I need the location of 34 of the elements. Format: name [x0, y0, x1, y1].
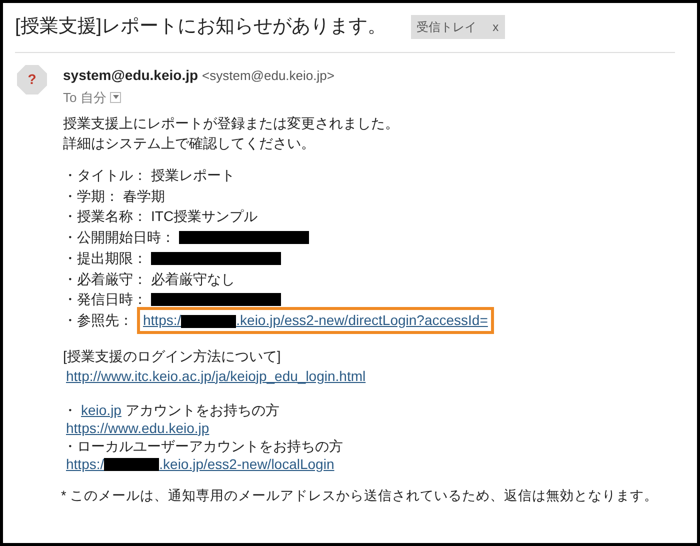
edu-login-link[interactable]: https://www.edu.keio.jp: [66, 418, 658, 437]
caret-icon: [112, 95, 119, 100]
detail-label: ・必着厳守：: [63, 270, 147, 289]
detail-label: ・公開開始日時：: [63, 228, 175, 248]
detail-value: ITC授業サンプル: [151, 207, 258, 226]
detail-label: ・タイトル：: [63, 166, 147, 185]
redaction-bar: [104, 458, 160, 472]
reference-link[interactable]: https:/ .keio.jp/ess2-new/directLogin?accessId=: [143, 312, 488, 328]
avatar: ?: [17, 64, 47, 94]
detail-value: 春学期: [123, 186, 165, 206]
detail-label: ・参照先：: [63, 310, 133, 330]
detail-value: 授業レポート: [151, 166, 235, 185]
footer-note: * このメールは、通知専用のメールアドレスから送信されているため、返信は無効となります。: [61, 486, 658, 505]
body-text: ・ローカルユーザーアカウントをお持ちの方: [63, 436, 344, 455]
detail-value: 必着厳守なし: [151, 270, 235, 289]
sender-name: system@edu.keio.jp: [63, 66, 198, 85]
login-help-link[interactable]: http://www.itc.keio.ac.jp/ja/keiojp_edu_login.html: [66, 366, 658, 385]
detail-label: ・提出期限：: [63, 248, 147, 268]
bullet: ・: [63, 400, 77, 419]
section-heading: [授業支援のログイン方法について]: [63, 346, 282, 365]
keio-link[interactable]: keio.jp: [81, 400, 122, 419]
detail-label: ・授業名称：: [63, 207, 147, 226]
body-text: 詳細はシステム上で確認してください。: [63, 134, 316, 153]
body-text: 授業支援上にレポートが登録または変更されました。: [63, 114, 400, 133]
body-text: アカウントをお持ちの方: [125, 400, 280, 419]
detail-label: ・学期：: [63, 186, 119, 206]
detail-label: ・発信日時：: [63, 290, 147, 310]
recipient-dropdown[interactable]: [110, 92, 122, 103]
label-chip[interactable]: 受信トレイ x: [410, 15, 505, 40]
sender-address: <system@edu.keio.jp>: [202, 66, 334, 85]
local-login-link[interactable]: https:/ .keio.jp/ess2-new/localLogin: [66, 454, 658, 473]
email-subject: [授業支援]レポートにお知らせがあります。: [15, 15, 387, 39]
recipient-text: To 自分: [63, 88, 106, 106]
redaction-bar: [181, 314, 236, 328]
